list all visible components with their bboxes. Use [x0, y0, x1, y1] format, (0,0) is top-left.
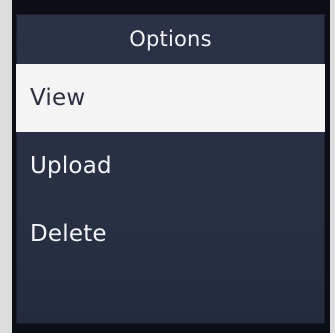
options-menu: View Upload Delete: [16, 64, 325, 268]
menu-item-view[interactable]: View: [16, 64, 325, 132]
device-screen: Options View Upload Delete: [16, 14, 325, 324]
menu-item-upload[interactable]: Upload: [16, 132, 325, 200]
photo-frame: Options View Upload Delete: [0, 0, 335, 333]
options-title: Options: [129, 27, 212, 51]
menu-item-delete[interactable]: Delete: [16, 200, 325, 268]
